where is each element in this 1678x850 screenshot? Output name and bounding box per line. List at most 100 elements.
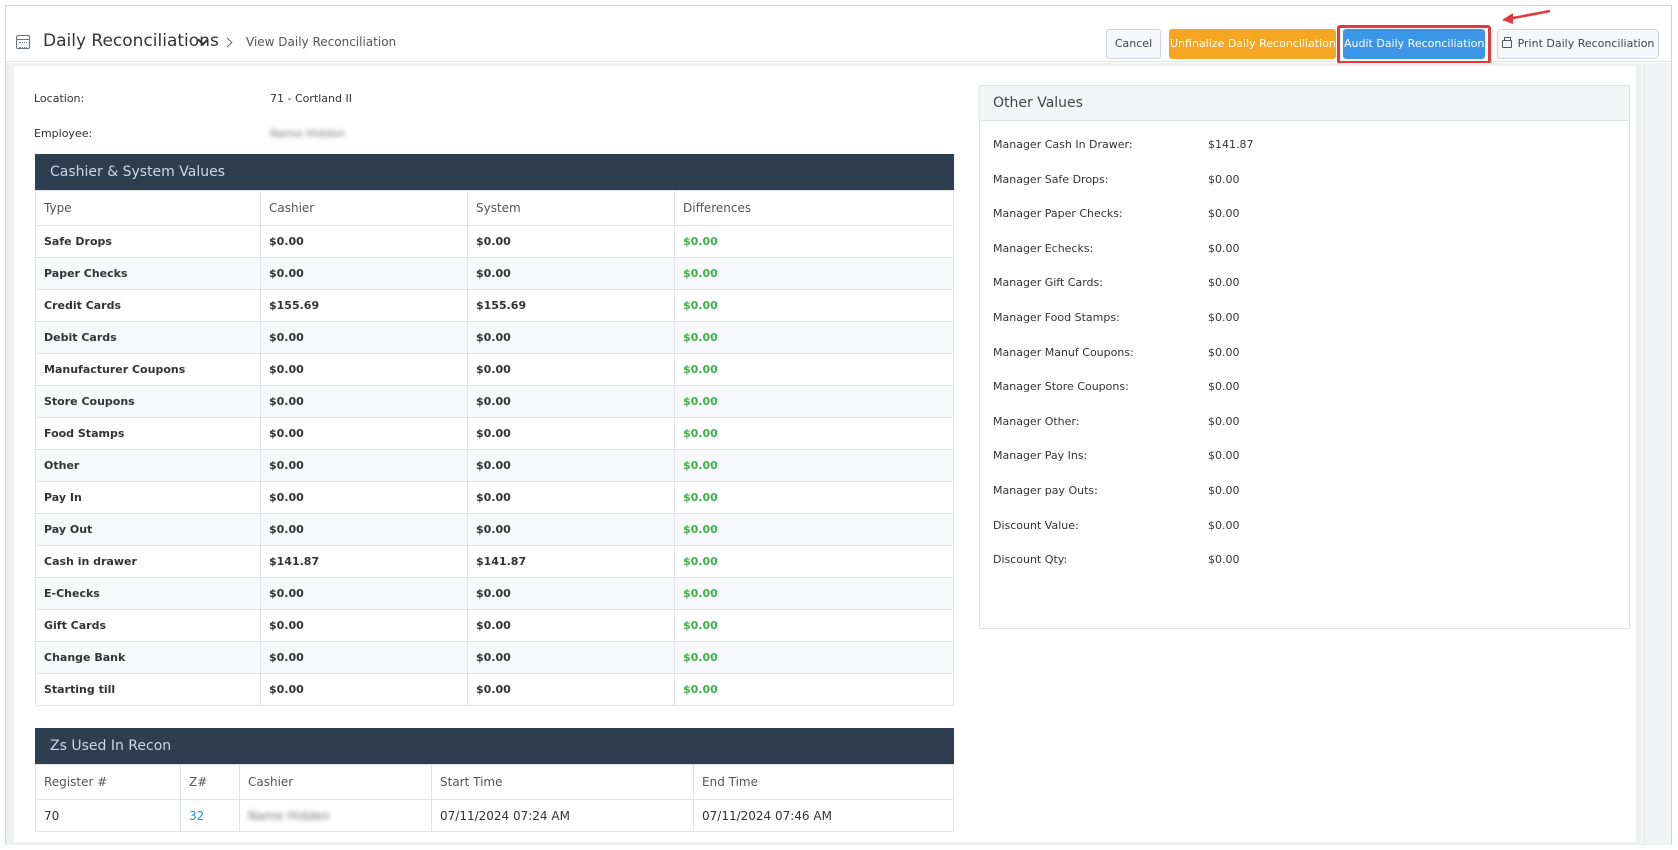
system-cell: $141.87 xyxy=(467,545,675,578)
cancel-button[interactable]: Cancel xyxy=(1106,29,1161,59)
other-value-label: Manager Gift Cards: xyxy=(993,276,1103,290)
type-cell: Pay In xyxy=(35,481,261,514)
print-button[interactable]: Print Daily Reconciliation xyxy=(1497,29,1659,59)
page-header: Daily Reconciliations View Daily Reconci… xyxy=(6,14,1671,64)
employee-value: Name Hidden xyxy=(270,127,345,140)
other-value-label: Manager Food Stamps: xyxy=(993,311,1120,324)
system-cell: $0.00 xyxy=(467,641,675,674)
printer-icon xyxy=(1501,37,1512,48)
other-value-amount: $0.00 xyxy=(1208,518,1240,532)
system-cell: $0.00 xyxy=(467,257,675,290)
system-cell: $0.00 xyxy=(467,417,675,450)
system-cell: $0.00 xyxy=(467,321,675,354)
type-cell: Gift Cards xyxy=(35,609,261,642)
type-cell: Cash in drawer xyxy=(35,545,261,578)
difference-cell: $0.00 xyxy=(674,641,954,674)
other-value-label: Manager Manuf Coupons: xyxy=(993,345,1134,359)
difference-cell: $0.00 xyxy=(674,673,954,706)
system-cell: $0.00 xyxy=(467,449,675,482)
column-header-type: Type xyxy=(35,190,261,226)
other-value-label: Manager pay Outs: xyxy=(993,484,1098,497)
location-label: Location: xyxy=(34,92,85,105)
other-value-label: Manager Echecks: xyxy=(993,241,1094,255)
type-cell: Safe Drops xyxy=(35,225,261,258)
column-header-zs-cashier: Cashier xyxy=(239,764,432,800)
cashier-system-panel-title: Cashier & System Values xyxy=(35,154,954,190)
cashier-cell: $141.87 xyxy=(260,545,468,578)
cashier-cell: $0.00 xyxy=(260,225,468,258)
table-row: Store Coupons $0.00 $0.00 $0.00 xyxy=(35,385,954,418)
system-cell: $0.00 xyxy=(467,225,675,258)
location-value: 71 - Cortland II xyxy=(270,92,352,105)
type-cell: Debit Cards xyxy=(35,321,261,354)
table-row: Paper Checks $0.00 $0.00 $0.00 xyxy=(35,257,954,290)
table-row: Other $0.00 $0.00 $0.00 xyxy=(35,449,954,482)
other-value-label: Manager Paper Checks: xyxy=(993,207,1123,221)
table-row: Pay In $0.00 $0.00 $0.00 xyxy=(35,481,954,514)
table-row: Cash in drawer $141.87 $141.87 $0.00 xyxy=(35,545,954,578)
other-values-panel: Other Values Manager Cash In Drawer: $141… xyxy=(979,85,1630,629)
table-row: E-Checks $0.00 $0.00 $0.00 xyxy=(35,577,954,610)
other-value-label: Manager Other: xyxy=(993,414,1080,428)
difference-cell: $0.00 xyxy=(674,609,954,642)
difference-cell: $0.00 xyxy=(674,385,954,418)
app-window: Daily Reconciliations View Daily Reconci… xyxy=(5,5,1672,845)
other-values-title: Other Values xyxy=(980,86,1629,121)
cashier-cell: $0.00 xyxy=(260,481,468,514)
column-header-end-time: End Time xyxy=(693,764,954,800)
unfinalize-button[interactable]: Unfinalize Daily Reconciliation xyxy=(1169,29,1336,59)
type-cell: Change Bank xyxy=(35,641,261,674)
end-time-cell: 07/11/2024 07:46 AM xyxy=(693,799,954,832)
type-cell: E-Checks xyxy=(35,577,261,610)
other-value-amount: $0.00 xyxy=(1208,172,1240,186)
audit-button[interactable]: Audit Daily Reconciliation xyxy=(1343,29,1485,59)
cashier-cell: $0.00 xyxy=(260,673,468,706)
scrollbar[interactable] xyxy=(1643,63,1671,845)
other-value-amount: $0.00 xyxy=(1208,276,1240,290)
system-cell: $0.00 xyxy=(467,353,675,386)
other-value-amount: $141.87 xyxy=(1208,138,1254,151)
system-cell: $0.00 xyxy=(467,609,675,642)
column-header-register: Register # xyxy=(35,764,181,800)
system-cell: $0.00 xyxy=(467,673,675,706)
cashier-system-table: Type Cashier System Differences Safe Dro… xyxy=(35,190,954,706)
cashier-cell: $0.00 xyxy=(260,321,468,354)
breadcrumb-current: View Daily Reconciliation xyxy=(246,35,397,49)
other-value-label: Manager Pay Ins: xyxy=(993,449,1088,463)
other-value-amount: $0.00 xyxy=(1208,414,1240,428)
system-cell: $0.00 xyxy=(467,385,675,418)
other-value-amount: $0.00 xyxy=(1208,380,1240,394)
table-row: Credit Cards $155.69 $155.69 $0.00 xyxy=(35,289,954,322)
other-value-amount: $0.00 xyxy=(1208,345,1240,359)
cashier-cell: $0.00 xyxy=(260,417,468,450)
table-row: Starting till $0.00 $0.00 $0.00 xyxy=(35,673,954,706)
system-cell: $155.69 xyxy=(467,289,675,322)
zs-cashier-cell: Name Hidden xyxy=(239,799,432,832)
difference-cell: $0.00 xyxy=(674,577,954,610)
column-header-system: System xyxy=(467,190,675,226)
cashier-cell: $0.00 xyxy=(260,353,468,386)
table-row: Gift Cards $0.00 $0.00 $0.00 xyxy=(35,609,954,642)
difference-cell: $0.00 xyxy=(674,417,954,450)
table-row: Food Stamps $0.00 $0.00 $0.00 xyxy=(35,417,954,450)
other-value-label: Manager Cash In Drawer: xyxy=(993,138,1133,151)
table-row: Manufacturer Coupons $0.00 $0.00 $0.00 xyxy=(35,353,954,386)
type-cell: Manufacturer Coupons xyxy=(35,353,261,386)
employee-label: Employee: xyxy=(34,127,93,140)
type-cell: Paper Checks xyxy=(35,257,261,290)
z-number-link[interactable]: 32 xyxy=(180,799,240,832)
cashier-cell: $0.00 xyxy=(260,449,468,482)
column-header-z: Z# xyxy=(180,764,240,800)
start-time-cell: 07/11/2024 07:24 AM xyxy=(431,799,694,832)
difference-cell: $0.00 xyxy=(674,225,954,258)
table-row: Debit Cards $0.00 $0.00 $0.00 xyxy=(35,321,954,354)
breadcrumb-title[interactable]: Daily Reconciliations xyxy=(43,31,219,51)
other-value-label: Manager Safe Drops: xyxy=(993,172,1109,186)
column-header-differences: Differences xyxy=(674,190,954,226)
other-value-amount: $0.00 xyxy=(1208,311,1240,324)
table-row: 70 32 Name Hidden 07/11/2024 07:24 AM 07… xyxy=(35,799,954,832)
register-cell: 70 xyxy=(35,799,181,832)
system-cell: $0.00 xyxy=(467,577,675,610)
type-cell: Starting till xyxy=(35,673,261,706)
zs-panel-title: Zs Used In Recon xyxy=(35,728,954,764)
